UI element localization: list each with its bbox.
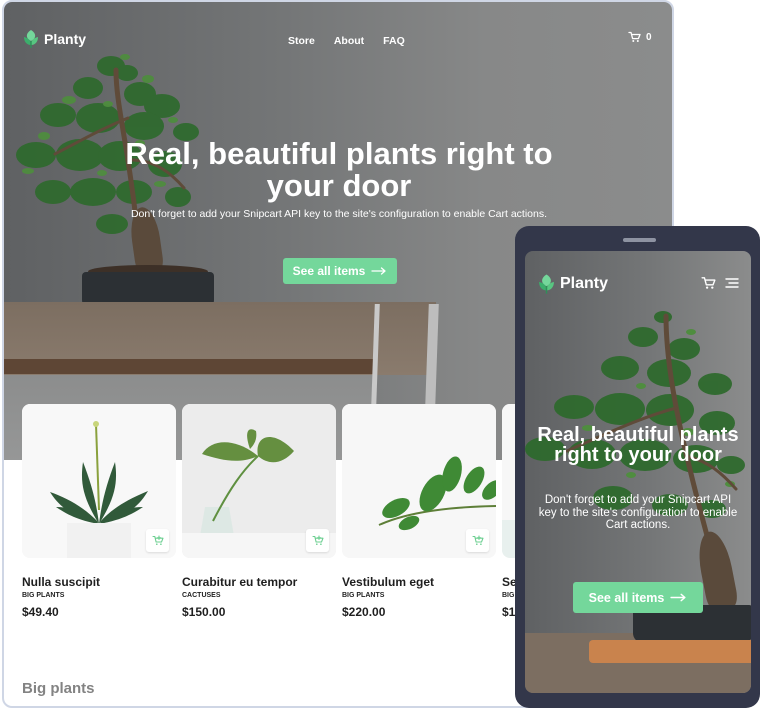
desktop-hero-subtitle: Don't forget to add your Snipcart API ke… <box>130 208 548 220</box>
product-card[interactable]: Vestibulum eget BIG PLANTS $220.00 <box>342 404 496 624</box>
product-card[interactable]: Curabitur eu tempor CACTUSES $150.00 <box>182 404 336 624</box>
mobile-see-all-items-button[interactable]: See all items <box>573 582 703 613</box>
cart-icon[interactable] <box>701 276 716 290</box>
mobile-hero-subtitle: Don't forget to add your Snipcart API ke… <box>538 494 738 531</box>
product-price: $150.00 <box>182 605 226 619</box>
marketing-mockup-canvas: Planty Store About FAQ 0 Real, beautiful… <box>0 0 760 708</box>
product-category: BIG PLANTS <box>342 592 385 599</box>
product-name: Curabitur eu tempor <box>182 575 298 589</box>
product-category: BIG PLANTS <box>22 592 65 599</box>
cart-icon <box>628 31 641 42</box>
desktop-see-all-items-button[interactable]: See all items <box>283 258 397 284</box>
leaf-logo-icon <box>24 30 38 48</box>
mobile-cta-label: See all items <box>588 590 665 605</box>
menu-icon[interactable] <box>724 276 740 290</box>
cart-count: 0 <box>646 31 652 43</box>
desktop-hero-title: Real, beautiful plants right to your doo… <box>125 136 553 203</box>
add-to-cart-button[interactable] <box>466 529 489 552</box>
product-image <box>182 404 336 558</box>
nav-faq-link[interactable]: FAQ <box>383 35 405 47</box>
product-name: Vestibulum eget <box>342 575 435 589</box>
mobile-brand[interactable]: Planty <box>538 272 608 296</box>
add-to-cart-button[interactable] <box>146 529 169 552</box>
product-category: CACTUSES <box>182 592 221 599</box>
desktop-nav: Store About FAQ <box>288 35 405 47</box>
mobile-device-preview: Planty Real, beautiful plants right to y… <box>515 226 760 708</box>
product-image <box>22 404 176 558</box>
mobile-screen: Planty Real, beautiful plants right to y… <box>525 251 751 693</box>
arrow-right-icon <box>670 593 686 602</box>
desktop-cta-label: See all items <box>292 264 366 278</box>
add-to-cart-button[interactable] <box>306 529 329 552</box>
nav-store-link[interactable]: Store <box>288 35 315 47</box>
arrow-right-icon <box>371 267 387 275</box>
product-price: $1 <box>502 605 516 619</box>
product-image <box>342 404 496 558</box>
brand-name: Planty <box>44 31 87 47</box>
add-to-cart-icon <box>151 535 164 545</box>
leaf-logo-icon <box>539 274 554 294</box>
desktop-brand[interactable]: Planty <box>23 29 86 49</box>
product-name: Nulla suscipit <box>22 575 101 589</box>
nav-about-link[interactable]: About <box>334 35 364 47</box>
mobile-brand-name: Planty <box>560 275 609 292</box>
big-plants-heading: Big plants <box>22 680 95 697</box>
mobile-bonsai-tray <box>589 640 751 663</box>
product-price: $220.00 <box>342 605 386 619</box>
product-price: $49.40 <box>22 605 59 619</box>
add-to-cart-icon <box>471 535 484 545</box>
wooden-table-edge <box>4 359 374 374</box>
mobile-speaker <box>623 238 656 242</box>
desktop-cart-button[interactable]: 0 <box>628 31 652 43</box>
product-category: BIG <box>502 592 515 599</box>
mobile-header-actions <box>701 276 740 290</box>
mobile-hero-title: Real, beautiful plants right to your doo… <box>537 424 739 466</box>
desktop-header: Planty Store About FAQ 0 <box>4 2 672 78</box>
product-card[interactable]: Nulla suscipit BIG PLANTS $49.40 <box>22 404 176 624</box>
add-to-cart-icon <box>311 535 324 545</box>
